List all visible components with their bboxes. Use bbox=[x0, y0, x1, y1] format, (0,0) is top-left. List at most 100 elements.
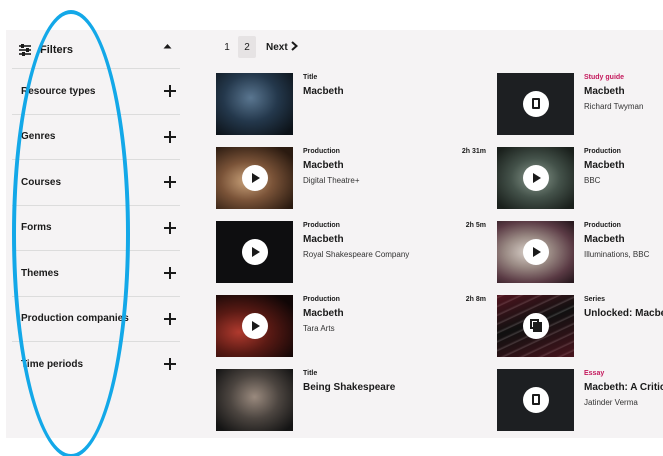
card-meta: Production Macbeth Digital Theatre+ bbox=[303, 147, 360, 187]
card-subtitle: Richard Twyman bbox=[584, 102, 644, 111]
card-title[interactable]: Macbeth: A Critic bbox=[584, 381, 663, 395]
filter-forms[interactable]: Forms bbox=[12, 204, 180, 251]
card-subtitle: BBC bbox=[584, 176, 601, 185]
plus-icon[interactable] bbox=[164, 358, 176, 371]
card-title[interactable]: Being Shakespeare bbox=[303, 381, 395, 395]
card-title[interactable]: Unlocked: Macbeth bbox=[584, 307, 663, 321]
filter-label: Production companies bbox=[21, 313, 129, 325]
card-meta: Title Being Shakespeare bbox=[303, 369, 395, 395]
filter-genres[interactable]: Genres bbox=[12, 113, 180, 160]
plus-icon[interactable] bbox=[164, 267, 176, 280]
next-page-button[interactable]: Next bbox=[266, 40, 298, 54]
card-meta: Production Macbeth Tara Arts bbox=[303, 295, 344, 335]
play-icon[interactable] bbox=[241, 239, 268, 265]
card-meta: Production Macbeth Royal Shakespeare Com… bbox=[303, 221, 409, 261]
result-card[interactable]: Title Being Shakespeare bbox=[216, 369, 486, 431]
content-type: Title bbox=[303, 370, 318, 377]
card-subtitle: Illuminations, BBC bbox=[584, 250, 650, 259]
content-type: Study guide bbox=[584, 74, 625, 81]
play-icon[interactable] bbox=[241, 313, 268, 339]
next-label: Next bbox=[266, 41, 288, 53]
content-type: Production bbox=[303, 222, 340, 229]
card-subtitle: Jatinder Verma bbox=[584, 398, 638, 407]
thumbnail[interactable] bbox=[216, 73, 293, 135]
play-icon[interactable] bbox=[522, 239, 549, 265]
card-meta: Series Unlocked: Macbeth bbox=[584, 295, 663, 321]
duration: 2h 5m bbox=[465, 222, 486, 229]
thumbnail[interactable] bbox=[497, 221, 574, 283]
filter-themes[interactable]: Themes bbox=[12, 250, 180, 296]
filter-label: Genres bbox=[21, 131, 56, 143]
filters-sidebar: Filters Resource types Genres Courses Fo… bbox=[12, 32, 180, 387]
filter-time-periods[interactable]: Time periods bbox=[12, 341, 180, 387]
thumbnail[interactable] bbox=[216, 221, 293, 283]
thumbnail[interactable] bbox=[497, 295, 574, 357]
card-meta: Study guide Macbeth Richard Twyman bbox=[584, 73, 643, 113]
card-subtitle: Digital Theatre+ bbox=[303, 176, 360, 185]
card-title[interactable]: Macbeth bbox=[303, 85, 344, 99]
card-title[interactable]: Macbeth bbox=[303, 159, 360, 173]
play-icon[interactable] bbox=[522, 165, 549, 191]
plus-icon[interactable] bbox=[164, 312, 176, 325]
duration: 2h 31m bbox=[461, 148, 486, 155]
page-1-link[interactable]: 1 bbox=[218, 36, 236, 58]
content-type: Production bbox=[303, 148, 340, 155]
content-type: Production bbox=[584, 148, 621, 155]
plus-icon[interactable] bbox=[164, 221, 176, 234]
thumbnail[interactable] bbox=[497, 73, 574, 135]
filter-label: Resource types bbox=[21, 85, 96, 97]
filter-courses[interactable]: Courses bbox=[12, 159, 180, 205]
filters-title: Filters bbox=[40, 44, 74, 56]
card-title[interactable]: Macbeth bbox=[584, 85, 643, 99]
pagination: 1 2 Next bbox=[218, 36, 298, 58]
content-type: Production bbox=[584, 222, 621, 229]
card-meta: Production Macbeth Illuminations, BBC bbox=[584, 221, 649, 261]
filter-production-companies[interactable]: Production companies bbox=[12, 295, 180, 342]
result-card[interactable]: Title Macbeth bbox=[216, 73, 486, 135]
plus-icon[interactable] bbox=[164, 130, 176, 143]
card-meta: Title Macbeth bbox=[303, 73, 344, 99]
result-card[interactable]: Production Macbeth Tara Arts 2h 8m bbox=[216, 295, 486, 357]
card-title[interactable]: Macbeth bbox=[303, 233, 409, 247]
plus-icon[interactable] bbox=[164, 176, 176, 189]
card-subtitle: Royal Shakespeare Company bbox=[303, 250, 410, 259]
thumbnail[interactable] bbox=[216, 369, 293, 431]
card-title[interactable]: Macbeth bbox=[303, 307, 344, 321]
content-type: Production bbox=[303, 296, 340, 303]
card-meta: Production Macbeth BBC bbox=[584, 147, 625, 187]
filters-header[interactable]: Filters bbox=[12, 32, 180, 68]
filter-resource-types[interactable]: Resource types bbox=[12, 68, 180, 114]
filter-label: Forms bbox=[21, 222, 52, 234]
content-type: Series bbox=[584, 296, 606, 303]
card-subtitle: Tara Arts bbox=[303, 324, 335, 333]
result-card[interactable]: Production Macbeth Digital Theatre+ 2h 3… bbox=[216, 147, 486, 209]
chevron-up-icon[interactable] bbox=[163, 41, 172, 52]
duration: 2h 8m bbox=[465, 296, 486, 303]
result-card[interactable]: Study guide Macbeth Richard Twyman bbox=[497, 73, 663, 135]
content-type: Essay bbox=[584, 370, 605, 377]
result-card[interactable]: Production Macbeth BBC bbox=[497, 147, 663, 209]
chevron-right-icon bbox=[291, 40, 298, 54]
result-card[interactable]: Essay Macbeth: A Critic Jatinder Verma bbox=[497, 369, 663, 431]
card-title[interactable]: Macbeth bbox=[584, 233, 649, 247]
filter-label: Time periods bbox=[21, 358, 84, 370]
page-2-link[interactable]: 2 bbox=[238, 36, 256, 58]
plus-icon[interactable] bbox=[164, 85, 176, 98]
document-icon bbox=[522, 91, 549, 117]
card-meta: Essay Macbeth: A Critic Jatinder Verma bbox=[584, 369, 663, 409]
document-icon bbox=[522, 387, 549, 413]
content-type: Title bbox=[303, 74, 318, 81]
thumbnail[interactable] bbox=[216, 147, 293, 209]
result-card[interactable]: Series Unlocked: Macbeth bbox=[497, 295, 663, 357]
collection-icon bbox=[522, 313, 549, 339]
result-card[interactable]: Production Macbeth Illuminations, BBC bbox=[497, 221, 663, 283]
filter-label: Courses bbox=[21, 176, 62, 188]
thumbnail[interactable] bbox=[216, 295, 293, 357]
thumbnail[interactable] bbox=[497, 369, 574, 431]
thumbnail[interactable] bbox=[497, 147, 574, 209]
filter-label: Themes bbox=[21, 267, 59, 279]
sliders-icon bbox=[18, 43, 32, 57]
card-title[interactable]: Macbeth bbox=[584, 159, 625, 173]
result-card[interactable]: Production Macbeth Royal Shakespeare Com… bbox=[216, 221, 486, 283]
play-icon[interactable] bbox=[241, 165, 268, 191]
